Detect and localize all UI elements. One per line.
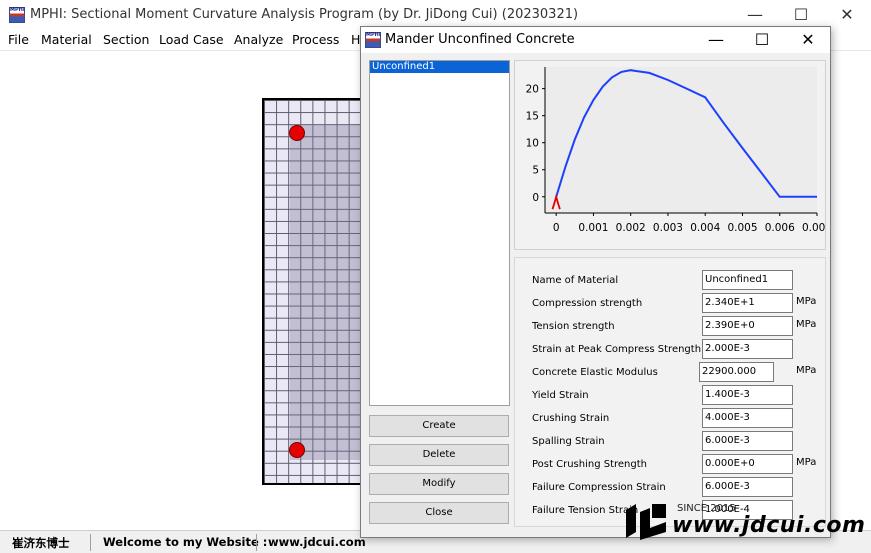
y-tick-label: 10 <box>526 138 539 150</box>
x-tick-label: 0.007 <box>802 222 825 234</box>
status-website[interactable]: www.jdcui.com <box>268 535 366 549</box>
material-list[interactable]: Unconfined1 <box>369 60 510 406</box>
y-tick-label: 5 <box>532 165 539 177</box>
property-label: Failure Compression Strain <box>532 482 666 493</box>
property-label: Name of Material <box>532 275 619 286</box>
property-field[interactable]: 2.390E+0 <box>702 316 793 336</box>
property-field[interactable]: 2.340E+1 <box>702 293 793 313</box>
app-icon: MPHI <box>9 7 25 23</box>
property-label: Concrete Elastic Modulus <box>532 367 658 378</box>
section-mesh <box>262 98 362 485</box>
property-unit: MPa <box>796 319 817 330</box>
dialog-close-button[interactable]: ✕ <box>785 27 831 53</box>
property-label: Compression strength <box>532 298 643 309</box>
property-unit: MPa <box>796 296 817 307</box>
x-tick-label: 0 <box>553 222 560 234</box>
stress-strain-chart-panel: 0 0.001 0.002 0.003 0.004 0.005 0.006 0.007 0 5 10… <box>514 60 832 250</box>
status-welcome: Welcome to my Website : <box>103 535 268 549</box>
y-tick-label: 20 <box>526 84 539 96</box>
menu-section[interactable]: Section <box>103 32 149 47</box>
delete-button[interactable]: Delete <box>369 444 509 466</box>
property-unit: MPa <box>796 365 817 376</box>
menu-help[interactable]: H <box>351 32 360 47</box>
status-author: 崔济东博士 <box>12 536 70 550</box>
x-tick-label: 0.001 <box>578 222 608 234</box>
menu-process[interactable]: Process <box>292 32 339 47</box>
modify-button[interactable]: Modify <box>369 473 509 495</box>
property-label: Yield Strain <box>532 390 589 401</box>
main-window-title: MPHI: Sectional Moment Curvature Analysi… <box>30 7 579 22</box>
stress-strain-chart: 0 0.001 0.002 0.003 0.004 0.005 0.006 0.007 0 5 10… <box>526 67 832 234</box>
y-tick-label: 15 <box>526 111 539 123</box>
menu-file[interactable]: File <box>8 32 29 47</box>
dialog-title: Mander Unconfined Concrete <box>385 32 575 47</box>
app-icon-text: MPHI <box>10 7 25 13</box>
dialog-titlebar[interactable]: MPHI Mander Unconfined Concrete — ☐ ✕ <box>361 27 830 53</box>
rebar-top <box>289 125 305 141</box>
dialog-app-icon: MPHI <box>365 32 381 48</box>
property-field[interactable]: 22900.000 <box>699 362 774 382</box>
close-dialog-button[interactable]: Close <box>369 502 509 524</box>
status-separator <box>90 534 91 551</box>
property-field[interactable]: 4.000E-3 <box>702 408 793 428</box>
status-separator <box>256 534 257 551</box>
dialog-icon-text: MPHI <box>366 32 381 38</box>
properties-panel: Name of Material Unconfined1 Compression s… <box>514 257 826 527</box>
x-tick-label: 0.004 <box>690 222 720 234</box>
property-field[interactable]: Unconfined1 <box>702 270 793 290</box>
property-field[interactable]: 0.000E+0 <box>702 454 793 474</box>
property-field[interactable]: 6.000E-3 <box>702 431 793 451</box>
menu-load-case[interactable]: Load Case <box>159 32 224 47</box>
section-core-region <box>290 124 362 460</box>
property-unit: MPa <box>796 457 817 468</box>
menu-analyze[interactable]: Analyze <box>234 32 283 47</box>
menu-material[interactable]: Material <box>41 32 92 47</box>
property-field[interactable]: 2.000E-3 <box>702 339 793 359</box>
create-button[interactable]: Create <box>369 415 509 437</box>
watermark-text: www.jdcui.com <box>672 513 866 538</box>
jdcui-logo-icon <box>626 504 666 540</box>
material-list-item[interactable]: Unconfined1 <box>370 61 509 73</box>
y-tick-label: 0 <box>532 192 539 204</box>
rebar-bottom <box>289 442 305 458</box>
x-tick-label: 0.005 <box>727 222 757 234</box>
property-label: Strain at Peak Compress Strength <box>532 344 702 355</box>
x-tick-label: 0.002 <box>616 222 646 234</box>
property-field[interactable]: 6.000E-3 <box>702 477 793 497</box>
property-label: Crushing Strain <box>532 413 610 424</box>
dialog-minimize-button[interactable]: — <box>693 27 739 53</box>
x-tick-label: 0.003 <box>653 222 683 234</box>
mander-unconfined-dialog: MPHI Mander Unconfined Concrete — ☐ ✕ Un… <box>360 26 832 538</box>
property-label: Spalling Strain <box>532 436 605 447</box>
property-label: Tension strength <box>532 321 615 332</box>
dialog-maximize-button[interactable]: ☐ <box>739 27 785 53</box>
x-tick-label: 0.006 <box>765 222 795 234</box>
jdcui-watermark: SINCE 2015 www.jdcui.com <box>620 500 871 553</box>
property-field[interactable]: 1.400E-3 <box>702 385 793 405</box>
property-label: Post Crushing Strength <box>532 459 647 470</box>
